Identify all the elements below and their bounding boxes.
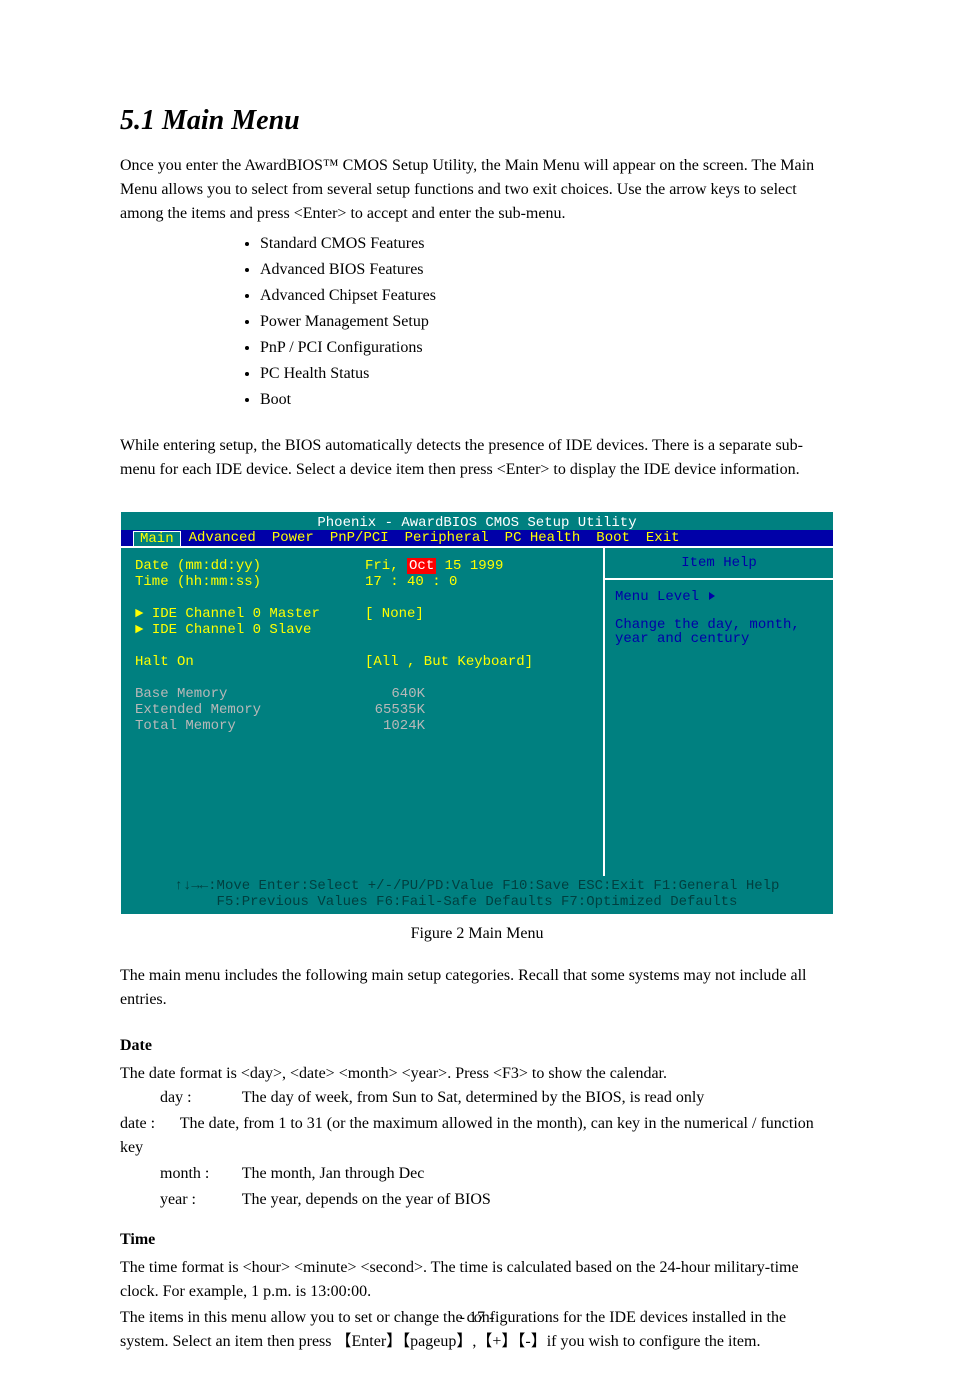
tab-power[interactable]: Power — [264, 531, 322, 545]
section-title: 5.1 Main Menu — [120, 100, 834, 142]
tab-main[interactable]: Main — [133, 531, 181, 546]
bullet-item: Boot — [260, 388, 834, 412]
date-selected-month[interactable]: Oct — [407, 558, 436, 574]
tab-boot[interactable]: Boot — [588, 531, 638, 545]
bios-screenshot: Phoenix - AwardBIOS CMOS Setup Utility M… — [121, 512, 833, 914]
time-value[interactable]: 17 : 40 : 0 — [365, 574, 457, 590]
ide-channel-0-slave[interactable]: ► IDE Channel 0 Slave — [135, 622, 365, 638]
month-field-text: The month, Jan through Dec — [242, 1165, 425, 1182]
time-label: Time (hh:mm:ss) — [135, 574, 365, 590]
menu-level-label: Menu Level — [615, 590, 823, 604]
bullet-list: Standard CMOS Features Advanced BIOS Fea… — [120, 232, 834, 412]
tab-peripheral[interactable]: Peripheral — [397, 531, 497, 545]
menu-level-arrow-icon — [709, 592, 715, 600]
bios-help-panel: Item Help Menu Level Change the day, mon… — [603, 548, 833, 876]
submenu-arrow-icon: ► — [135, 622, 152, 638]
date-subheading: Date — [120, 1034, 834, 1058]
ide0m-value: [ None] — [365, 606, 424, 622]
date-field-text: The date, from 1 to 31 (or the maximum a… — [120, 1115, 814, 1156]
intro-paragraph: Once you enter the AwardBIOS™ CMOS Setup… — [120, 154, 834, 226]
bullet-item: Power Management Setup — [260, 310, 834, 334]
total-memory-label: Total Memory — [135, 718, 365, 734]
bios-left-panel: Date (mm:dd:yy) Fri, Oct 15 1999 Time (h… — [121, 548, 603, 876]
extended-memory-label: Extended Memory — [135, 702, 365, 718]
ide-channel-0-master[interactable]: ► IDE Channel 0 Master — [135, 606, 365, 622]
date-label: Date (mm:dd:yy) — [135, 558, 365, 574]
item-help-title: Item Help — [605, 548, 833, 580]
subfunc-paragraph: While entering setup, the BIOS automatic… — [120, 434, 834, 482]
extended-memory-value: 65535K — [365, 702, 425, 718]
bios-title: Phoenix - AwardBIOS CMOS Setup Utility — [121, 512, 833, 530]
halt-on-label: Halt On — [135, 654, 365, 670]
bullet-item: Advanced Chipset Features — [260, 284, 834, 308]
base-memory-value: 640K — [365, 686, 425, 702]
bullet-item: PC Health Status — [260, 362, 834, 386]
page-number: - 17 - — [0, 1306, 954, 1330]
month-field-label: month : — [160, 1162, 238, 1186]
base-memory-label: Base Memory — [135, 686, 365, 702]
tab-advanced[interactable]: Advanced — [181, 531, 264, 545]
footer-line-1: ↑↓→←:Move Enter:Select +/-/PU/PD:Value F… — [121, 878, 833, 894]
description-paragraph: The main menu includes the following mai… — [120, 964, 834, 1012]
halt-on-value[interactable]: [All , But Keyboard] — [365, 654, 533, 670]
year-field-label: year : — [160, 1188, 238, 1212]
date-field-label: date : — [120, 1112, 176, 1136]
time-format-text: The time format is <hour> <minute> <seco… — [120, 1256, 834, 1304]
footer-line-2: F5:Previous Values F6:Fail-Safe Defaults… — [121, 894, 833, 910]
bios-footer: ↑↓→←:Move Enter:Select +/-/PU/PD:Value F… — [121, 876, 833, 912]
year-field-text: The year, depends on the year of BIOS — [242, 1191, 491, 1208]
bullet-item: Standard CMOS Features — [260, 232, 834, 256]
tab-exit[interactable]: Exit — [638, 531, 688, 545]
date-format-text: The date format is <day>, <date> <month>… — [120, 1062, 834, 1086]
time-subheading: Time — [120, 1228, 834, 1252]
tab-pc-health[interactable]: PC Health — [497, 531, 589, 545]
bullet-item: PnP / PCI Configurations — [260, 336, 834, 360]
help-text: Change the day, month, year and century — [615, 618, 823, 646]
submenu-arrow-icon: ► — [135, 606, 152, 622]
total-memory-value: 1024K — [365, 718, 425, 734]
bios-menu-bar[interactable]: Main Advanced Power PnP/PCI Peripheral P… — [121, 530, 833, 546]
day-field-text: The day of week, from Sun to Sat, determ… — [242, 1089, 705, 1106]
tab-pnp-pci[interactable]: PnP/PCI — [322, 531, 397, 545]
date-value[interactable]: Fri, Oct 15 1999 — [365, 558, 503, 574]
day-field-label: day : — [160, 1086, 238, 1110]
figure-label: Figure 2 Main Menu — [120, 922, 834, 946]
bullet-item: Advanced BIOS Features — [260, 258, 834, 282]
